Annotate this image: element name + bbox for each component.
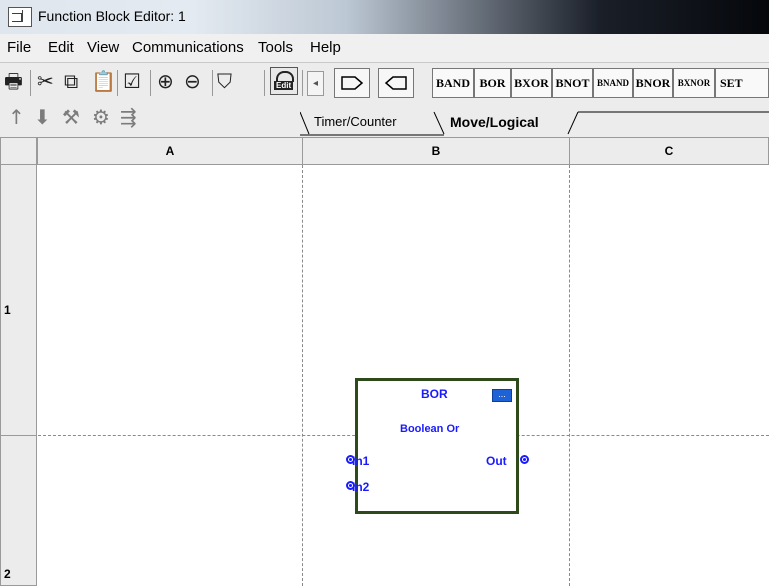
lock-icon[interactable]: ⛉ <box>217 70 232 92</box>
input-pin-in2[interactable] <box>346 481 355 490</box>
cut-icon[interactable]: ✂ <box>37 70 54 92</box>
input-pin-in1[interactable] <box>346 455 355 464</box>
zoom-in-icon[interactable]: ⊕ <box>157 70 174 92</box>
menu-edit[interactable]: Edit <box>48 39 74 56</box>
bor-button[interactable]: BOR <box>474 68 511 98</box>
grid-divider-ab <box>302 165 303 586</box>
row-label-1: 1 <box>4 303 11 317</box>
output-connector-icon <box>341 76 364 90</box>
input-connector-button[interactable] <box>378 68 414 98</box>
window-title: Function Block Editor: 1 <box>38 8 186 24</box>
row-header-2: 2 <box>0 435 37 586</box>
grid-divider-bc <box>569 165 570 586</box>
bnand-button[interactable]: BNAND <box>593 68 633 98</box>
column-header-b: B <box>302 137 570 165</box>
menu-help[interactable]: Help <box>310 39 341 56</box>
bnor-button[interactable]: BNOR <box>633 68 673 98</box>
menu-bar: File Edit View Communications Tools Help <box>0 34 769 63</box>
toolbar-separator <box>30 70 31 96</box>
toolbar-separator <box>302 70 303 96</box>
editor-canvas[interactable] <box>38 165 769 586</box>
copy-icon[interactable]: ⧉ <box>64 70 78 92</box>
zoom-out-icon[interactable]: ⊖ <box>184 70 201 92</box>
toolbar-separator <box>212 70 213 96</box>
menu-view[interactable]: View <box>87 39 119 56</box>
input-connector-icon <box>384 76 407 90</box>
block-description: Boolean Or <box>400 423 460 435</box>
app-icon <box>8 7 32 27</box>
tab-timer-counter[interactable]: Timer/Counter <box>314 110 397 136</box>
toolbar-separator <box>264 70 265 96</box>
paste-icon[interactable]: 📋 <box>91 70 116 92</box>
bxnor-button[interactable]: BXNOR <box>673 68 715 98</box>
arrow-up-icon[interactable]: ↑ <box>8 106 25 128</box>
connect-icon[interactable]: ⇶ <box>120 106 137 128</box>
title-bar[interactable]: Function Block Editor: 1 <box>0 0 769 34</box>
row-header-1: 1 <box>0 164 37 436</box>
arrow-down-icon[interactable]: ⬇ <box>34 106 51 128</box>
column-header-a: A <box>37 137 303 165</box>
settings-gear-icon[interactable]: ⚙ <box>92 106 110 128</box>
set-button[interactable]: SET <box>715 68 769 98</box>
output-connector-button[interactable] <box>334 68 370 98</box>
toolbar-scroll-left-button[interactable]: ◂ <box>307 71 324 96</box>
column-header-c: C <box>569 137 769 165</box>
menu-communications[interactable]: Communications <box>132 39 244 56</box>
bnot-button[interactable]: BNOT <box>552 68 593 98</box>
edit-mode-icon[interactable] <box>270 67 298 95</box>
band-button[interactable]: BAND <box>432 68 474 98</box>
output-pin-out[interactable] <box>520 455 529 464</box>
block-config-button[interactable]: ... <box>492 389 512 402</box>
row-label-2: 2 <box>4 567 11 581</box>
verify-icon[interactable]: ☑ <box>123 70 141 92</box>
menu-tools[interactable]: Tools <box>258 39 293 56</box>
menu-file[interactable]: File <box>7 39 31 56</box>
block-name: BOR <box>421 387 448 401</box>
bxor-button[interactable]: BXOR <box>511 68 552 98</box>
tab-move-logical[interactable]: Move/Logical <box>450 110 539 136</box>
print-icon[interactable]: 🖶 <box>4 70 23 92</box>
toolbar-separator <box>150 70 151 96</box>
output-label-out: Out <box>486 454 507 468</box>
grid-corner <box>0 137 37 165</box>
tools-icon[interactable]: ⚒ <box>62 106 80 128</box>
bor-function-block[interactable]: BOR ... Boolean Or In1 In2 Out <box>352 378 519 514</box>
toolbar-separator <box>117 70 118 96</box>
